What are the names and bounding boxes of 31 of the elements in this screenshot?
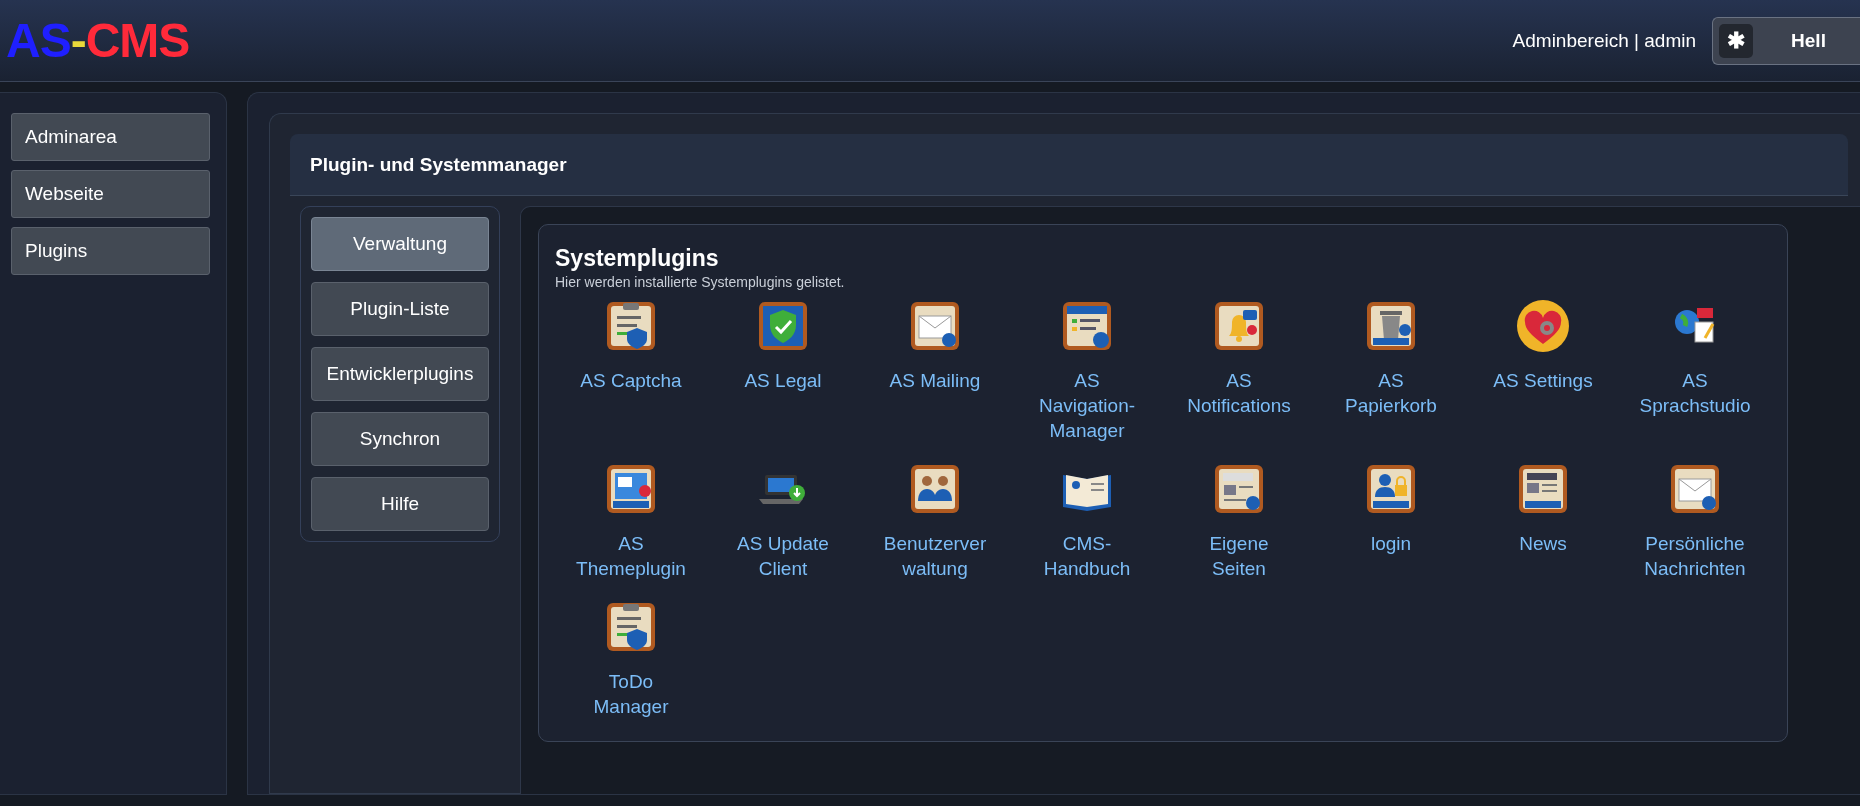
plugin-tile[interactable]: Persönliche Nachrichten [1619, 461, 1771, 581]
menu-button[interactable]: Synchron [311, 412, 489, 466]
plugin-tile[interactable]: AS Sprachstudio [1619, 298, 1771, 443]
plugin-tile[interactable]: CMS-Handbuch [1011, 461, 1163, 581]
sidebar-item[interactable]: Plugins [11, 227, 210, 275]
section-title: Systemplugins [555, 245, 720, 272]
plugin-tile[interactable]: Benutzerver waltung [859, 461, 1011, 581]
plugin-tile[interactable]: AS Mailing [859, 298, 1011, 443]
plugin-tile[interactable]: ToDo Manager [555, 599, 707, 719]
plugin-tile[interactable]: News [1467, 461, 1619, 581]
plugin-tile[interactable]: AS Themeplugin [555, 461, 707, 581]
plugin-tile[interactable]: AS Captcha [555, 298, 707, 443]
plugin-tile[interactable]: AS Legal [707, 298, 859, 443]
plugin-tile[interactable]: AS Navigation-Manager [1011, 298, 1163, 443]
menu-button[interactable]: Verwaltung [311, 217, 489, 271]
plugin-tile[interactable]: AS Papierkorb [1315, 298, 1467, 443]
plugin-tile[interactable]: AS Notifications [1163, 298, 1315, 443]
logo: AS-CMS [6, 16, 190, 65]
plugin-tile[interactable]: AS Settings [1467, 298, 1619, 443]
menu-button[interactable]: Hilfe [311, 477, 489, 531]
sidebar-item[interactable]: Adminarea [11, 113, 210, 161]
menu-button[interactable]: Entwicklerplugins [311, 347, 489, 401]
user-label: Adminbereich | admin [1512, 29, 1696, 52]
section-subtitle: Hier werden installierte Systemplugins gelistet. [555, 274, 846, 290]
card-title: Plugin- und Systemmanager [310, 153, 567, 176]
plugin-tile[interactable]: AS Update Client [707, 461, 859, 581]
plugin-tile[interactable]: Eigene Seiten [1163, 461, 1315, 581]
plugin-tile[interactable]: login [1315, 461, 1467, 581]
menu-button[interactable]: Plugin-Liste [311, 282, 489, 336]
theme-toggle[interactable]: ✱ Hell [1712, 16, 1860, 65]
sidebar-item[interactable]: Webseite [11, 170, 210, 218]
